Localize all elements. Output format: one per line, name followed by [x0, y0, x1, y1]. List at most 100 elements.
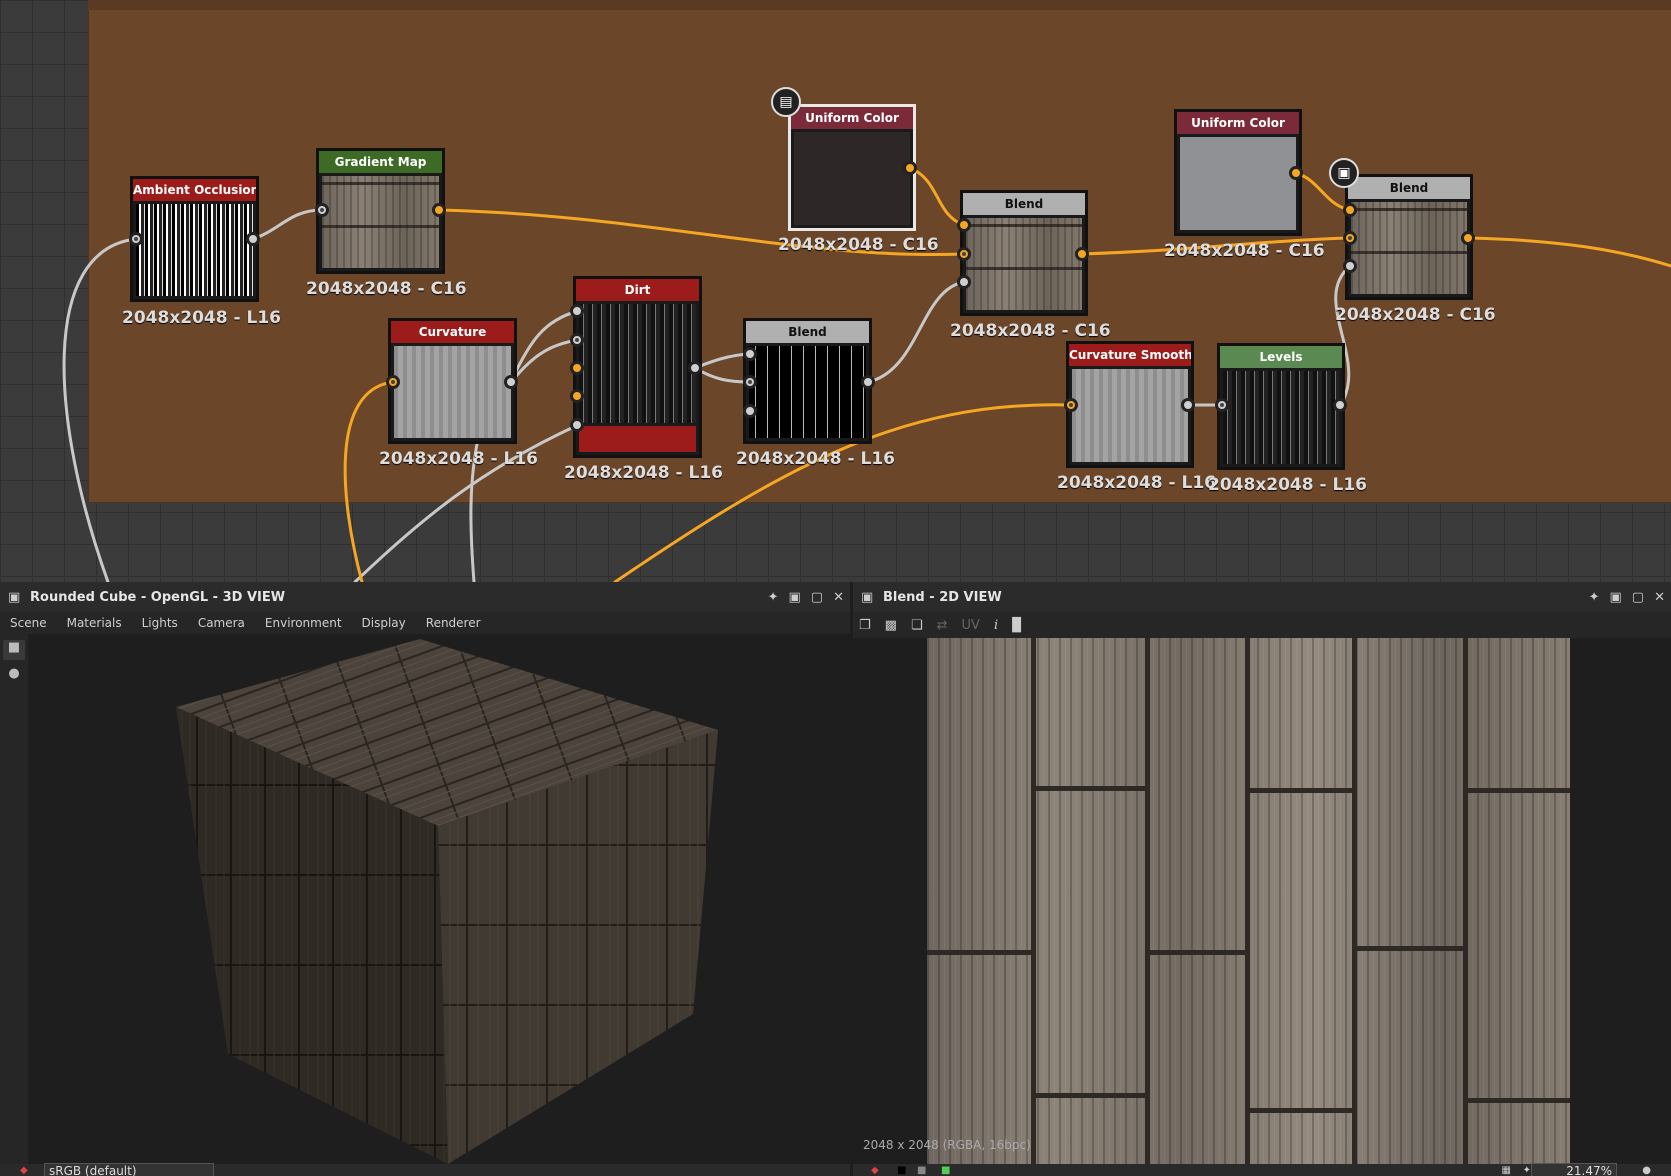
channel-grey-icon[interactable]: ■	[917, 1165, 926, 1176]
info-icon[interactable]: i	[994, 618, 998, 633]
input-port[interactable]	[1215, 398, 1229, 412]
node-levels[interactable]: Levels	[1217, 343, 1345, 470]
input-port[interactable]	[1343, 231, 1357, 245]
menu-scene[interactable]: Scene	[0, 616, 57, 630]
duplicate-icon[interactable]: ❏	[911, 618, 923, 633]
copy-image-icon[interactable]: ❐	[859, 618, 871, 633]
node-blend-3[interactable]: Blend	[1345, 174, 1473, 300]
output-port[interactable]	[246, 232, 260, 246]
output-port[interactable]	[903, 161, 917, 175]
node-thumbnail	[579, 304, 696, 423]
grid-icon[interactable]: ▦	[1502, 1165, 1511, 1176]
image-info: 2048 x 2048 (RGBA, 16bpc)	[863, 1138, 1031, 1152]
output-port[interactable]	[861, 375, 875, 389]
channel-rgb-icon[interactable]: ■	[941, 1165, 950, 1176]
node-resolution: 2048x2048 - L16	[379, 449, 538, 469]
maximize-icon[interactable]: ▢	[811, 590, 823, 605]
image-icon: ▣	[861, 590, 874, 605]
input-port[interactable]	[957, 218, 971, 232]
node-title: Levels	[1220, 346, 1342, 368]
menu-environment[interactable]: Environment	[255, 616, 352, 630]
node-curvature[interactable]: Curvature	[388, 318, 517, 444]
input-port[interactable]	[743, 404, 757, 418]
input-port[interactable]	[570, 418, 584, 432]
close-icon[interactable]: ✕	[833, 590, 844, 605]
menu-camera[interactable]: Camera	[188, 616, 255, 630]
2d-viewport[interactable]: 2048 x 2048 (RGBA, 16bpc)	[853, 638, 1671, 1164]
node-blend-2[interactable]: Blend	[960, 190, 1088, 316]
input-port[interactable]	[1064, 398, 1078, 412]
panel-3d-menubar: Scene Materials Lights Camera Environmen…	[0, 612, 850, 634]
output-port[interactable]	[1333, 398, 1347, 412]
panel-2d-toolbar: ❐ ▩ ❏ ⇄ UV i ▉	[853, 612, 1671, 638]
checker-icon[interactable]: ▣	[1329, 158, 1359, 188]
menu-display[interactable]: Display	[352, 616, 416, 630]
output-port[interactable]	[1461, 231, 1475, 245]
input-port[interactable]	[570, 389, 584, 403]
document-icon[interactable]: ▤	[771, 87, 801, 117]
pin-icon[interactable]: ✦	[768, 590, 779, 605]
node-blend-1[interactable]: Blend	[743, 318, 872, 444]
node-thumbnail	[749, 346, 866, 438]
node-resolution: 2048x2048 - C16	[778, 235, 939, 255]
node-title: Blend	[746, 321, 869, 343]
pin-icon[interactable]: ✦	[1589, 590, 1600, 605]
3d-viewport[interactable]	[28, 634, 850, 1164]
save-icon[interactable]: ▩	[885, 618, 897, 633]
restore-icon[interactable]: ▣	[1610, 590, 1622, 605]
node-ambient-occlusion[interactable]: Ambient Occlusion ...	[130, 176, 259, 302]
node-title: Dirt	[576, 279, 699, 301]
output-port[interactable]	[688, 361, 702, 375]
input-port[interactable]	[570, 361, 584, 375]
layers-icon[interactable]: ◆	[871, 1165, 879, 1176]
channel-black-icon[interactable]: ■	[897, 1165, 906, 1176]
node-title: Curvature Smooth	[1069, 344, 1191, 366]
node-uniform-color-2[interactable]: Uniform Color	[1174, 109, 1302, 236]
menu-materials[interactable]: Materials	[57, 616, 132, 630]
output-port[interactable]	[1289, 166, 1303, 180]
output-port[interactable]	[1075, 247, 1089, 261]
uv-toggle[interactable]: UV	[962, 618, 980, 633]
input-port[interactable]	[957, 247, 971, 261]
input-port[interactable]	[743, 347, 757, 361]
light-bulb-icon[interactable]: ●	[3, 666, 25, 686]
lock-icon[interactable]: ●	[1642, 1165, 1651, 1176]
panel-3d-titlebar: ▣ Rounded Cube - OpenGL - 3D VIEW ✦ ▣ ▢ …	[0, 582, 850, 612]
pin-icon[interactable]: ✦	[1523, 1165, 1531, 1176]
input-port[interactable]	[315, 203, 329, 217]
rounded-cube-render	[176, 639, 718, 1164]
node-title: Blend	[1348, 177, 1470, 199]
histogram-icon[interactable]: ▉	[1012, 618, 1022, 633]
input-port[interactable]	[570, 333, 584, 347]
input-port[interactable]	[1343, 259, 1357, 273]
input-port[interactable]	[570, 304, 584, 318]
layers-icon[interactable]: ◆	[20, 1165, 28, 1176]
camera-icon[interactable]: ■	[3, 640, 25, 660]
node-resolution: 2048x2048 - L16	[1208, 475, 1367, 495]
node-curvature-smooth[interactable]: Curvature Smooth	[1066, 341, 1194, 468]
panel-3d-statusbar: ◆ sRGB (default)	[0, 1163, 850, 1176]
colorspace-dropdown[interactable]: sRGB (default)	[44, 1163, 214, 1176]
panel-3d-view: ▣ Rounded Cube - OpenGL - 3D VIEW ✦ ▣ ▢ …	[0, 582, 850, 1176]
zoom-field[interactable]: 21.47%	[1531, 1163, 1617, 1176]
close-icon[interactable]: ✕	[1654, 590, 1665, 605]
input-port[interactable]	[386, 375, 400, 389]
output-port[interactable]	[1181, 398, 1195, 412]
input-port[interactable]	[129, 232, 143, 246]
output-port[interactable]	[432, 203, 446, 217]
panel-2d-statusbar: ◆ ■ ■ ■ ▦ ✦ 21.47% ●	[853, 1163, 1671, 1176]
output-port[interactable]	[504, 375, 518, 389]
node-uniform-color-1[interactable]: Uniform Color	[788, 104, 916, 231]
menu-lights[interactable]: Lights	[132, 616, 188, 630]
node-gradient-map[interactable]: Gradient Map	[316, 148, 445, 274]
maximize-icon[interactable]: ▢	[1632, 590, 1644, 605]
input-port[interactable]	[1343, 203, 1357, 217]
node-dirt[interactable]: Dirt	[573, 276, 702, 458]
input-port[interactable]	[743, 375, 757, 389]
share-icon[interactable]: ⇄	[937, 618, 948, 633]
node-graph[interactable]: Ambient Occlusion ... 2048x2048 - L16 Gr…	[0, 0, 1671, 582]
node-title: Gradient Map	[319, 151, 442, 173]
menu-renderer[interactable]: Renderer	[416, 616, 491, 630]
input-port[interactable]	[957, 275, 971, 289]
restore-icon[interactable]: ▣	[789, 590, 801, 605]
